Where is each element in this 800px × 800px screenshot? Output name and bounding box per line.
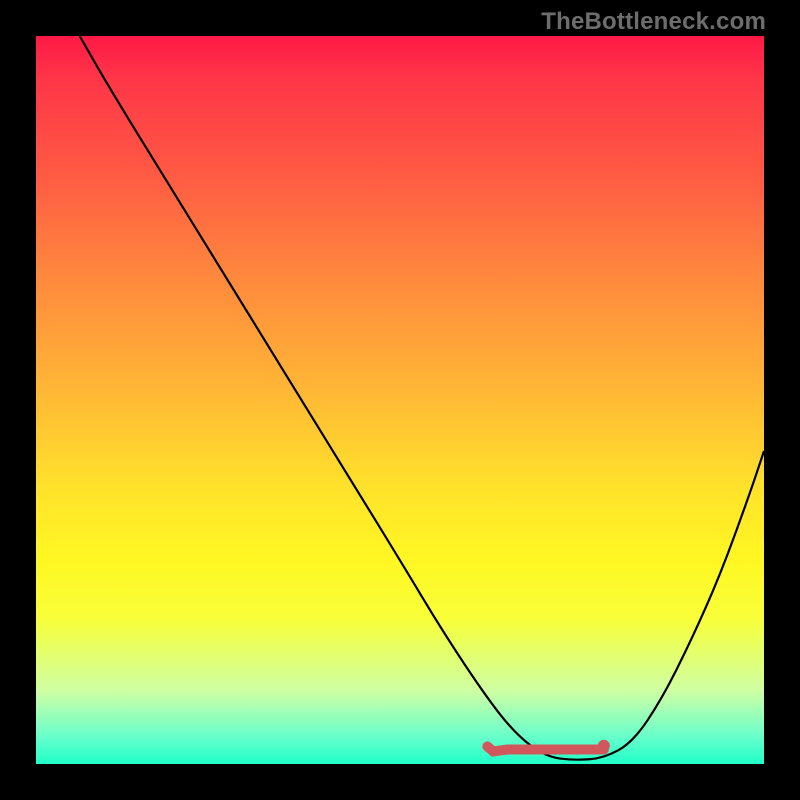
plot-area [36,36,764,764]
chart-svg [36,36,764,764]
bottleneck-curve [80,36,764,760]
optimal-point-marker [598,740,610,752]
optimal-range-marker [487,746,603,751]
chart-frame: TheBottleneck.com [0,0,800,800]
watermark-text: TheBottleneck.com [541,8,766,36]
